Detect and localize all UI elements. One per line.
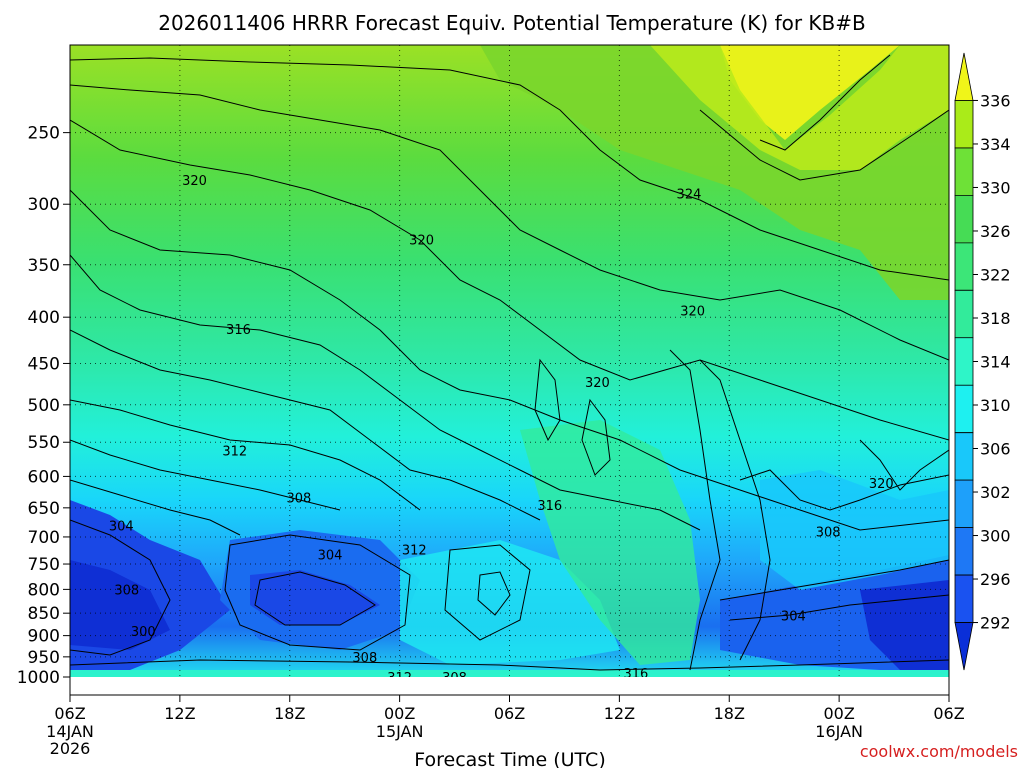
y-tick-label: 300 [28, 195, 60, 215]
colorbar-label: 322 [980, 265, 1011, 284]
contour-label: 308 [352, 651, 377, 666]
x-tick-label: 18Z [274, 704, 305, 723]
x-tick-label: 06Z [54, 704, 85, 723]
y-tick-label: 750 [28, 555, 60, 575]
y-tick-label: 600 [28, 467, 60, 487]
colorbar-label: 326 [980, 222, 1011, 241]
y-tick-label: 800 [28, 580, 60, 600]
colorbar-swatch [954, 100, 974, 149]
contour-label: 316 [226, 323, 251, 338]
colorbar-swatch [954, 194, 974, 244]
contour-label: 324 [677, 188, 702, 203]
x-tick-label: 00Z [384, 704, 415, 723]
colorbar-label: 318 [980, 309, 1011, 328]
y-tick-label: 950 [28, 648, 60, 668]
contour-label: 308 [816, 525, 841, 540]
credit-text: coolwx.com/models [860, 742, 1018, 761]
colorbar-label: 300 [980, 527, 1011, 546]
plot-area: 320 320 316 320 320 324 312 308 304 304 312 316 320 3… [70, 45, 949, 695]
y-tick-label: 550 [28, 433, 60, 453]
x-tick-label: 06Z [494, 704, 525, 723]
contour-label: 300 [131, 625, 156, 640]
contour-label: 320 [869, 477, 894, 492]
x-tick-label: 06Z [933, 704, 964, 723]
contour-label: 308 [286, 491, 311, 506]
x-tick-sublabel: 15JAN [376, 722, 424, 741]
colorbar-label: 310 [980, 396, 1011, 415]
x-tick-sublabel: 16JAN [815, 722, 863, 741]
y-tick-label: 450 [28, 354, 60, 374]
colorbar-label: 302 [980, 483, 1011, 502]
x-tick-sublabel: 2026 [50, 739, 91, 758]
colorbar-label: 296 [980, 570, 1011, 589]
colorbar-label: 330 [980, 178, 1011, 197]
x-tick-label: 12Z [604, 704, 635, 723]
contour-label: 304 [318, 548, 343, 563]
colorbar-label: 336 [980, 91, 1011, 110]
contour-label: 308 [442, 671, 467, 686]
colorbar-swatch [954, 147, 974, 196]
contour-label: 308 [114, 583, 139, 598]
x-tick-label: 18Z [714, 704, 745, 723]
contour-label: 316 [623, 667, 648, 682]
y-tick-label: 350 [28, 256, 60, 276]
colorbar-swatch [954, 622, 974, 671]
x-tick-label: 12Z [164, 704, 195, 723]
contour-label: 320 [585, 376, 610, 391]
y-tick-label: 250 [28, 124, 60, 144]
y-tick-label: 500 [28, 396, 60, 416]
y-tick-label: 850 [28, 604, 60, 624]
x-axis-title: Forecast Time (UTC) [414, 749, 605, 768]
contour-label: 320 [409, 233, 434, 248]
colorbar-swatch [954, 52, 974, 101]
contour-label: 304 [109, 520, 134, 535]
contour-label: 312 [387, 671, 412, 686]
colorbar-swatch [954, 242, 974, 291]
y-tick-label: 1000 [17, 668, 60, 688]
y-tick-label: 900 [28, 627, 60, 647]
colorbar-swatch [954, 574, 974, 623]
ground-surface [70, 677, 949, 695]
colorbar: 336 334 330 326 322 318 314 310 306 302 300 296 292 [954, 52, 1011, 671]
y-tick-label: 650 [28, 499, 60, 519]
y-tick-label: 400 [28, 308, 60, 328]
colorbar-label: 334 [980, 135, 1011, 154]
colorbar-swatch [954, 384, 974, 434]
colorbar-label: 306 [980, 440, 1011, 459]
colorbar-swatch [954, 289, 974, 339]
chart-title: 2026011406 HRRR Forecast Equiv. Potentia… [158, 11, 866, 35]
colorbar-label: 314 [980, 353, 1011, 372]
chart: 2026011406 HRRR Forecast Equiv. Potentia… [17, 11, 1018, 768]
colorbar-swatch [954, 432, 974, 481]
colorbar-swatch [954, 527, 974, 576]
x-tick-label: 00Z [823, 704, 854, 723]
colorbar-swatch [954, 479, 974, 529]
contour-label: 320 [680, 304, 705, 319]
contour-label: 312 [222, 445, 247, 460]
contour-label: 320 [182, 174, 207, 189]
colorbar-swatch [954, 337, 974, 386]
colorbar-label: 292 [980, 614, 1011, 633]
contour-label: 312 [402, 544, 427, 559]
contour-label: 304 [781, 609, 806, 624]
y-axis: 250 300 350 400 450 500 550 600 650 700 750 800 850 9… [17, 124, 70, 688]
y-tick-label: 700 [28, 528, 60, 548]
contour-label: 316 [537, 499, 562, 514]
